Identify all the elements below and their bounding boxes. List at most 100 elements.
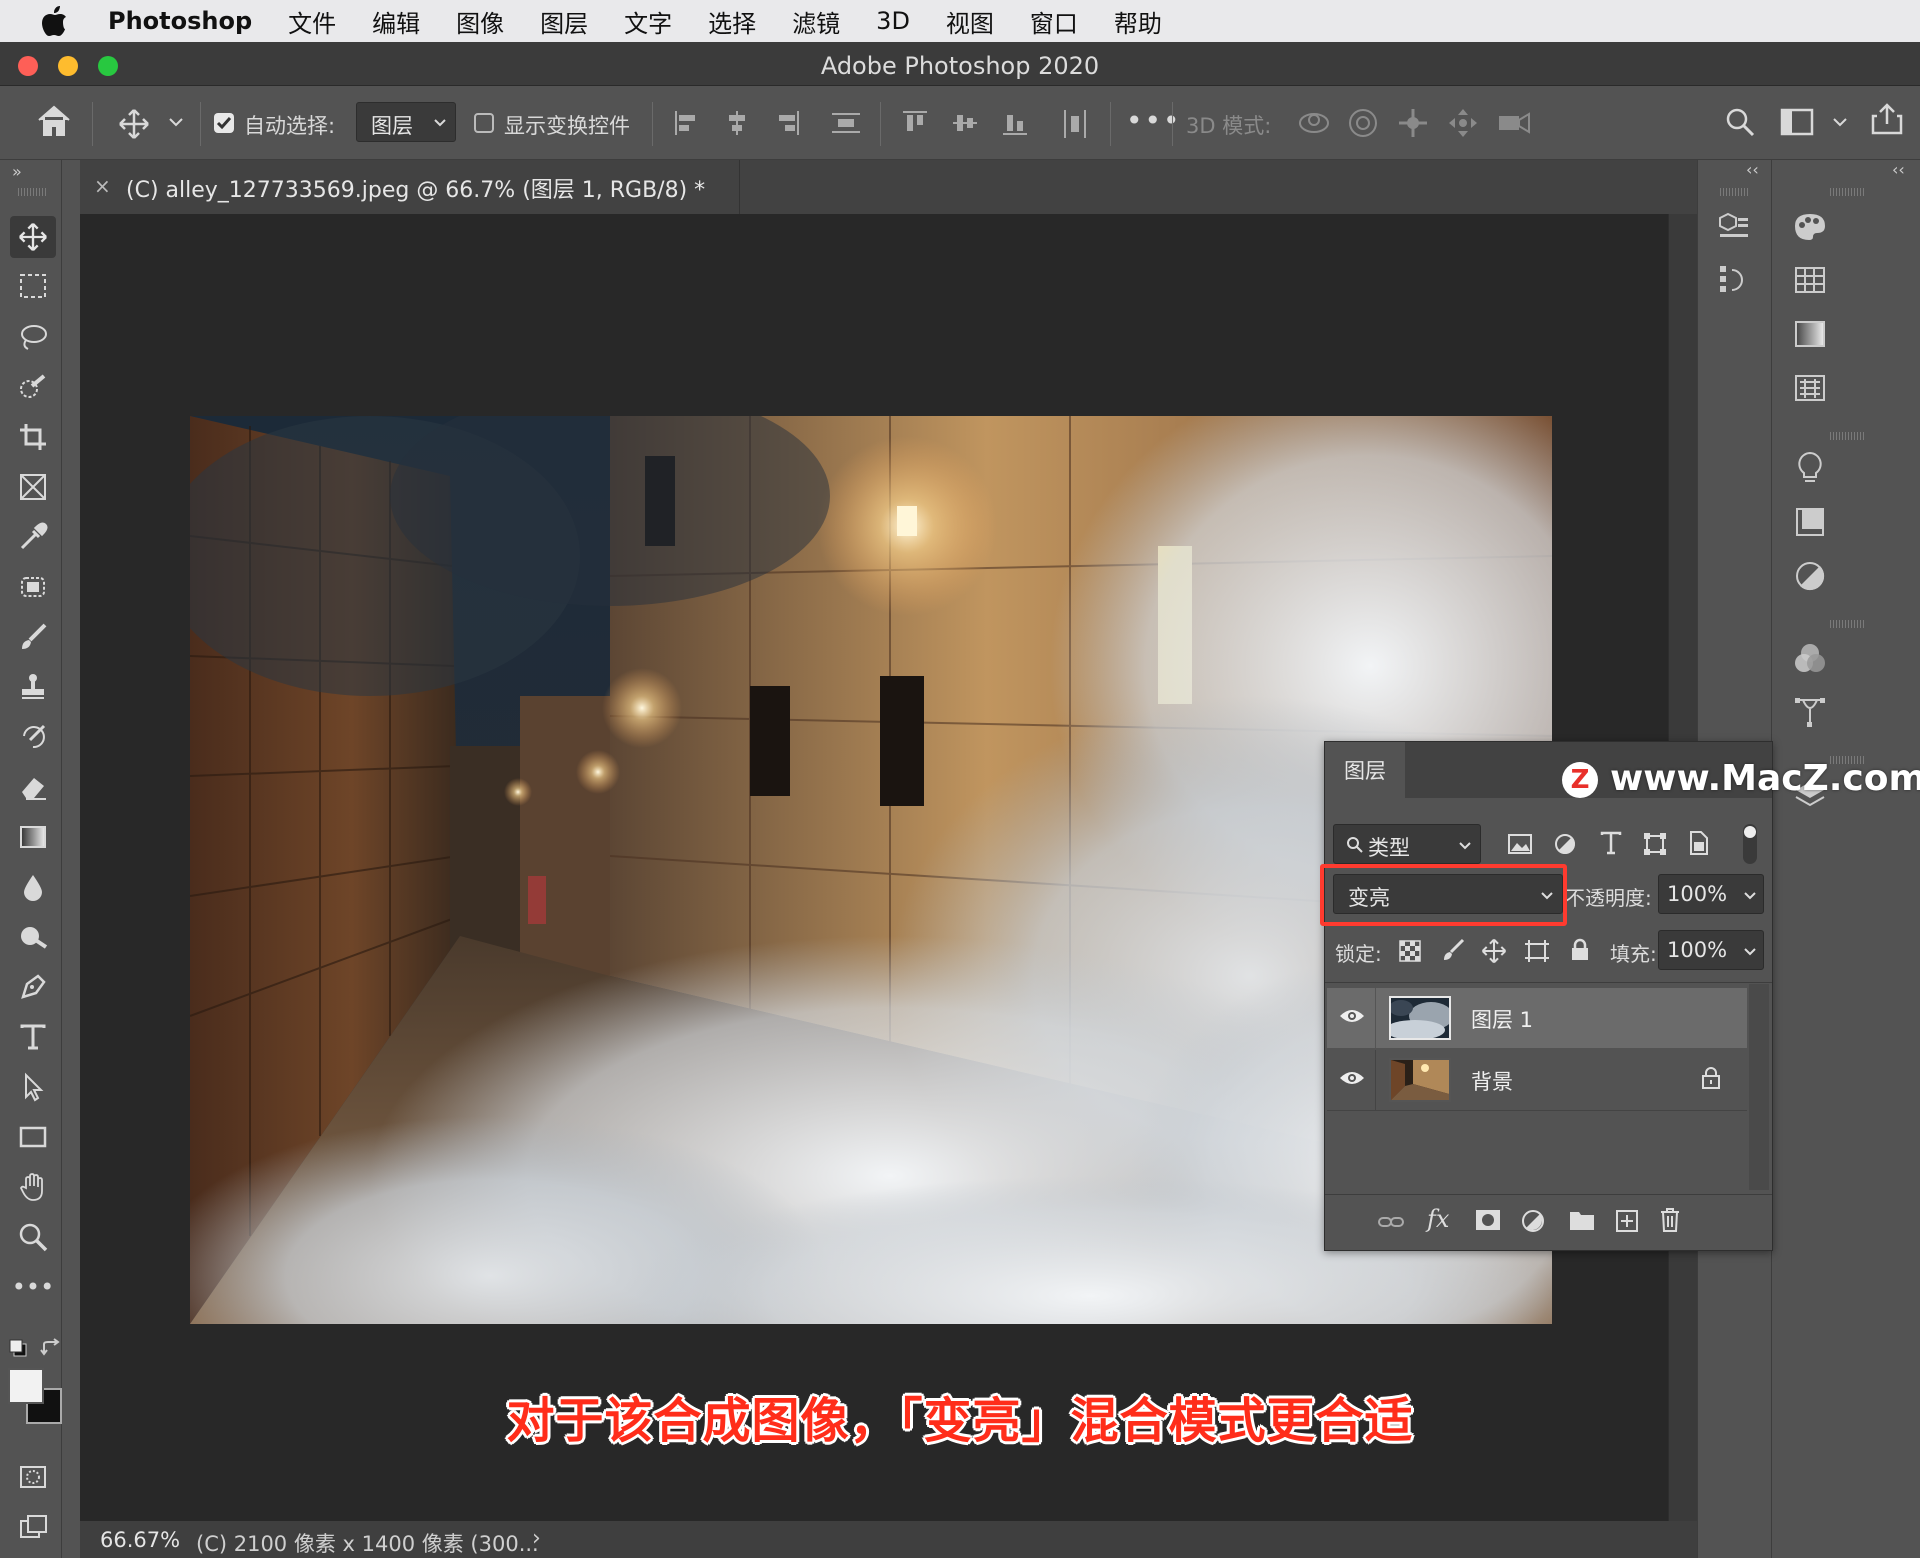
tab-layers[interactable]: 图层 (1325, 742, 1405, 798)
chevron-down-icon[interactable] (168, 116, 184, 128)
menu-window[interactable]: 窗口 (1030, 4, 1078, 39)
menu-help[interactable]: 帮助 (1114, 4, 1162, 39)
3d-slide-icon[interactable] (1446, 106, 1480, 140)
align-hcenter-icon[interactable] (722, 108, 752, 138)
history-panel-icon[interactable] (1714, 260, 1754, 300)
delete-layer-icon[interactable] (1659, 1207, 1681, 1237)
menu-select[interactable]: 选择 (708, 4, 756, 39)
filter-pixel-icon[interactable] (1507, 832, 1533, 860)
layer-row-layer1[interactable]: 图层 1 (1327, 988, 1747, 1048)
panel-grip[interactable] (1830, 432, 1866, 440)
collapse-dock-icon[interactable]: ‹‹ (1746, 160, 1759, 179)
layer-row-background[interactable]: 背景 (1327, 1050, 1747, 1110)
chevron-down-icon[interactable] (1832, 116, 1848, 128)
stamp-tool-icon[interactable] (10, 666, 56, 708)
collapse-dock-icon[interactable]: ‹‹ (1892, 160, 1905, 179)
crop-tool-icon[interactable] (10, 416, 56, 458)
opacity-field[interactable]: 100% (1658, 874, 1764, 914)
align-vcenter-icon[interactable] (950, 108, 980, 138)
more-options-icon[interactable]: ••• (1126, 104, 1182, 137)
menu-layer[interactable]: 图层 (540, 4, 588, 39)
hand-tool-icon[interactable] (10, 1166, 56, 1208)
zoom-level[interactable]: 66.67% (100, 1528, 180, 1552)
paths-panel-icon[interactable] (1790, 692, 1830, 732)
marquee-tool-icon[interactable] (10, 266, 56, 308)
panel-grip[interactable] (1720, 188, 1750, 196)
close-tab-icon[interactable]: × (94, 174, 111, 198)
layers-scrollbar[interactable] (1749, 984, 1769, 1190)
new-layer-icon[interactable] (1615, 1209, 1639, 1237)
lock-all-icon[interactable] (1569, 938, 1591, 966)
auto-select-dropdown[interactable]: 图层 (356, 102, 456, 142)
3d-pan-icon[interactable] (1396, 106, 1430, 140)
distribute-vertical-icon[interactable] (830, 108, 862, 138)
align-left-icon[interactable] (672, 108, 702, 138)
rectangle-tool-icon[interactable] (10, 1116, 56, 1158)
expand-panel-icon[interactable]: » (12, 162, 22, 181)
new-adjustment-layer-icon[interactable] (1521, 1209, 1547, 1239)
menu-app-name[interactable]: Photoshop (108, 7, 252, 35)
align-bottom-icon[interactable] (1000, 108, 1030, 138)
blur-tool-icon[interactable] (10, 866, 56, 908)
lock-position-icon[interactable] (1481, 938, 1507, 968)
distribute-horizontal-icon[interactable] (1060, 108, 1090, 140)
workspace-icon[interactable] (1780, 108, 1814, 136)
document-tab[interactable]: × (C) alley_127733569.jpeg @ 66.7% (图层 1… (80, 160, 740, 214)
menu-image[interactable]: 图像 (456, 4, 504, 39)
lock-transparency-icon[interactable] (1399, 940, 1421, 966)
filter-type-icon[interactable] (1599, 830, 1623, 860)
3d-camera-icon[interactable] (1496, 106, 1534, 140)
fill-field[interactable]: 100% (1658, 930, 1764, 970)
menu-filter[interactable]: 滤镜 (792, 4, 840, 39)
screen-mode-icon[interactable] (10, 1506, 56, 1548)
quick-mask-icon[interactable] (10, 1456, 56, 1498)
swatches-panel-icon[interactable] (1790, 260, 1830, 300)
eyedropper-tool-icon[interactable] (10, 516, 56, 558)
visibility-eye-icon[interactable] (1339, 1006, 1365, 1030)
menu-type[interactable]: 文字 (624, 4, 672, 39)
panel-grip[interactable] (18, 188, 48, 196)
align-right-icon[interactable] (772, 108, 802, 138)
new-group-icon[interactable] (1569, 1209, 1595, 1235)
auto-select-checkbox[interactable] (214, 113, 234, 133)
learn-panel-icon[interactable] (1790, 448, 1830, 488)
panel-grip[interactable] (1830, 188, 1866, 196)
move-tool-icon[interactable] (118, 108, 150, 140)
filter-shape-icon[interactable] (1643, 832, 1667, 860)
layer-style-fx-icon[interactable]: fx (1427, 1205, 1449, 1233)
gradients-panel-icon[interactable] (1790, 314, 1830, 354)
lasso-tool-icon[interactable] (10, 316, 56, 358)
align-top-icon[interactable] (900, 108, 930, 138)
zoom-tool-icon[interactable] (10, 1216, 56, 1258)
filter-adjustment-icon[interactable] (1553, 832, 1577, 860)
default-colors-icon[interactable] (8, 1338, 28, 1362)
add-mask-icon[interactable] (1475, 1209, 1501, 1235)
channels-panel-icon[interactable] (1790, 638, 1830, 678)
patterns-panel-icon[interactable] (1790, 368, 1830, 408)
share-icon[interactable] (1870, 102, 1904, 136)
lock-artboard-icon[interactable] (1523, 938, 1551, 968)
3d-roll-icon[interactable] (1346, 106, 1380, 140)
dodge-tool-icon[interactable] (10, 916, 56, 958)
show-transform-checkbox[interactable] (474, 113, 494, 133)
move-tool-icon[interactable] (10, 216, 56, 258)
filter-toggle[interactable] (1743, 824, 1757, 864)
pen-tool-icon[interactable] (10, 966, 56, 1008)
filter-smart-object-icon[interactable] (1687, 830, 1709, 860)
3d-orbit-icon[interactable] (1296, 106, 1332, 140)
3d-panel-icon[interactable] (1714, 206, 1754, 246)
more-tools-icon[interactable]: ••• (10, 1266, 56, 1308)
quick-select-tool-icon[interactable] (10, 366, 56, 408)
menu-file[interactable]: 文件 (288, 4, 336, 39)
apple-logo-icon[interactable] (38, 4, 72, 38)
lock-pixels-icon[interactable] (1441, 938, 1465, 966)
home-icon[interactable] (36, 104, 72, 138)
panel-grip[interactable] (1830, 620, 1866, 628)
gradient-tool-icon[interactable] (10, 816, 56, 858)
search-icon[interactable] (1724, 106, 1756, 138)
menu-3d[interactable]: 3D (876, 7, 910, 35)
chevron-right-icon[interactable]: › (532, 1526, 541, 1551)
healing-tool-icon[interactable] (10, 566, 56, 608)
libraries-panel-icon[interactable] (1790, 502, 1830, 542)
menu-edit[interactable]: 编辑 (372, 4, 420, 39)
